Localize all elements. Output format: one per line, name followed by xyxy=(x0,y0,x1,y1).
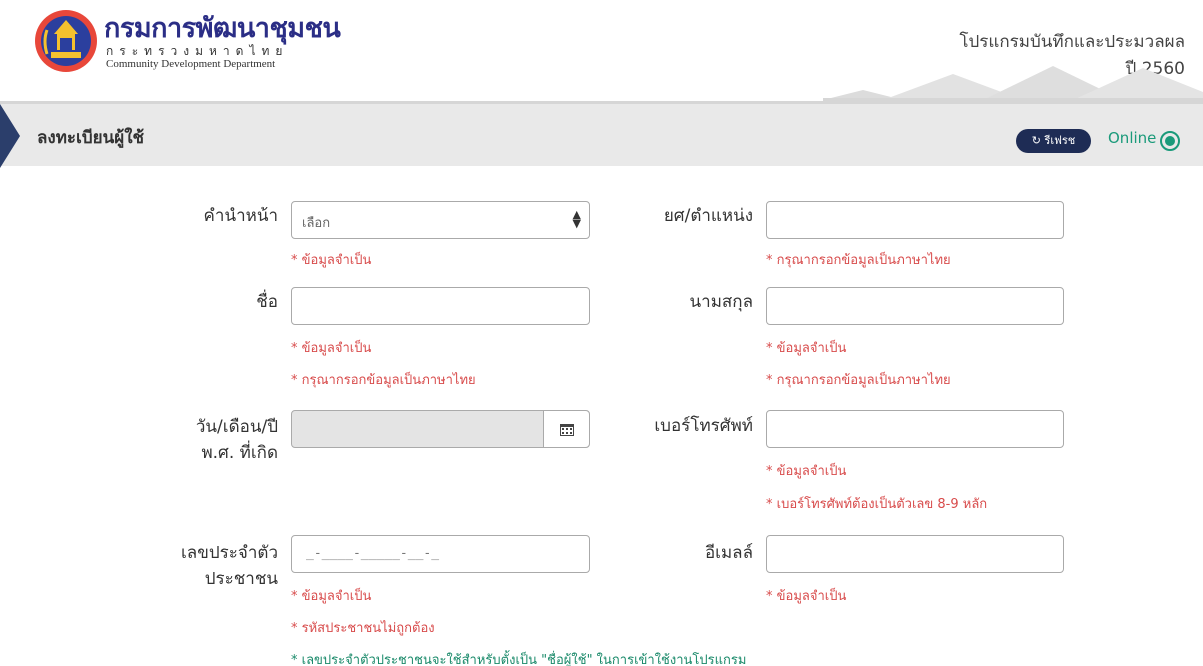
phone-label: เบอร์โทรศัพท์ xyxy=(654,416,753,436)
org-name-en: Community Development Department xyxy=(106,58,276,70)
prefix-error: * ข้อมูลจำเป็น xyxy=(291,253,372,268)
citizen-id-label-line1: เลขประจำตัว xyxy=(181,543,278,563)
position-input[interactable] xyxy=(766,201,1064,239)
citizen-id-error-invalid: * รหัสประชาชนไม่ถูกต้อง xyxy=(291,621,435,636)
page-title-bar: ลงทะเบียนผู้ใช้ ↻ รีเฟรช Online xyxy=(0,101,1203,168)
email-label: อีเมลล์ xyxy=(704,543,753,563)
position-error: * กรุณากรอกข้อมูลเป็นภาษาไทย xyxy=(766,253,951,268)
prefix-select[interactable]: เลือก ▲ ▼ xyxy=(291,201,590,239)
position-label: ยศ/ตำแหน่ง xyxy=(663,206,753,226)
refresh-button[interactable]: ↻ รีเฟรช xyxy=(1016,129,1091,153)
prefix-label: คำนำหน้า xyxy=(203,206,278,226)
last-name-label: นามสกุล xyxy=(689,292,753,312)
first-name-input[interactable] xyxy=(291,287,590,325)
citizen-id-note: * เลขประจำตัวประชาชนจะใช้สำหรับตั้งเป็น … xyxy=(291,653,747,666)
select-caret-icon: ▲ ▼ xyxy=(572,208,581,230)
phone-error-digits: * เบอร์โทรศัพท์ต้องเป็นตัวเลข 8-9 หลัก xyxy=(766,497,988,512)
header: กรมการพัฒนาชุมชน กระทรวงมหาดไทย Communit… xyxy=(0,0,1203,102)
title-arrow-icon xyxy=(0,104,20,168)
email-input[interactable] xyxy=(766,535,1064,573)
birth-date-input xyxy=(291,410,590,448)
houses-illustration xyxy=(823,66,1203,102)
last-name-error-required: * ข้อมูลจำเป็น xyxy=(766,341,847,356)
phone-error-required: * ข้อมูลจำเป็น xyxy=(766,464,847,479)
online-status-icon xyxy=(1160,131,1180,151)
first-name-label: ชื่อ xyxy=(256,292,278,312)
prefix-select-value: เลือก xyxy=(302,216,331,231)
email-error: * ข้อมูลจำเป็น xyxy=(766,589,847,604)
first-name-error-required: * ข้อมูลจำเป็น xyxy=(291,341,372,356)
program-title: โปรแกรมบันทึกและประมวลผล xyxy=(959,32,1185,52)
online-status-label: Online xyxy=(1108,129,1157,147)
last-name-input[interactable] xyxy=(766,287,1064,325)
calendar-button[interactable] xyxy=(543,411,589,447)
calendar-icon xyxy=(560,424,574,436)
birth-date-label-line1: วัน/เดือน/ปี xyxy=(195,417,278,437)
citizen-id-label-line2: ประชาชน xyxy=(204,569,278,589)
citizen-id-error-required: * ข้อมูลจำเป็น xyxy=(291,589,372,604)
birth-date-label: วัน/เดือน/ปี พ.ศ. ที่เกิด xyxy=(130,414,278,466)
birth-date-label-line2: พ.ศ. ที่เกิด xyxy=(201,443,278,463)
page-title: ลงทะเบียนผู้ใช้ xyxy=(37,128,145,148)
citizen-id-input[interactable]: _-____-_____-__-_ xyxy=(291,535,590,573)
citizen-id-mask: _-____-_____-__-_ xyxy=(306,546,440,561)
last-name-error-thai: * กรุณากรอกข้อมูลเป็นภาษาไทย xyxy=(766,373,951,388)
citizen-id-label: เลขประจำตัว ประชาชน xyxy=(130,540,278,592)
department-seal-logo xyxy=(35,10,97,72)
first-name-error-thai: * กรุณากรอกข้อมูลเป็นภาษาไทย xyxy=(291,373,476,388)
phone-input[interactable] xyxy=(766,410,1064,448)
